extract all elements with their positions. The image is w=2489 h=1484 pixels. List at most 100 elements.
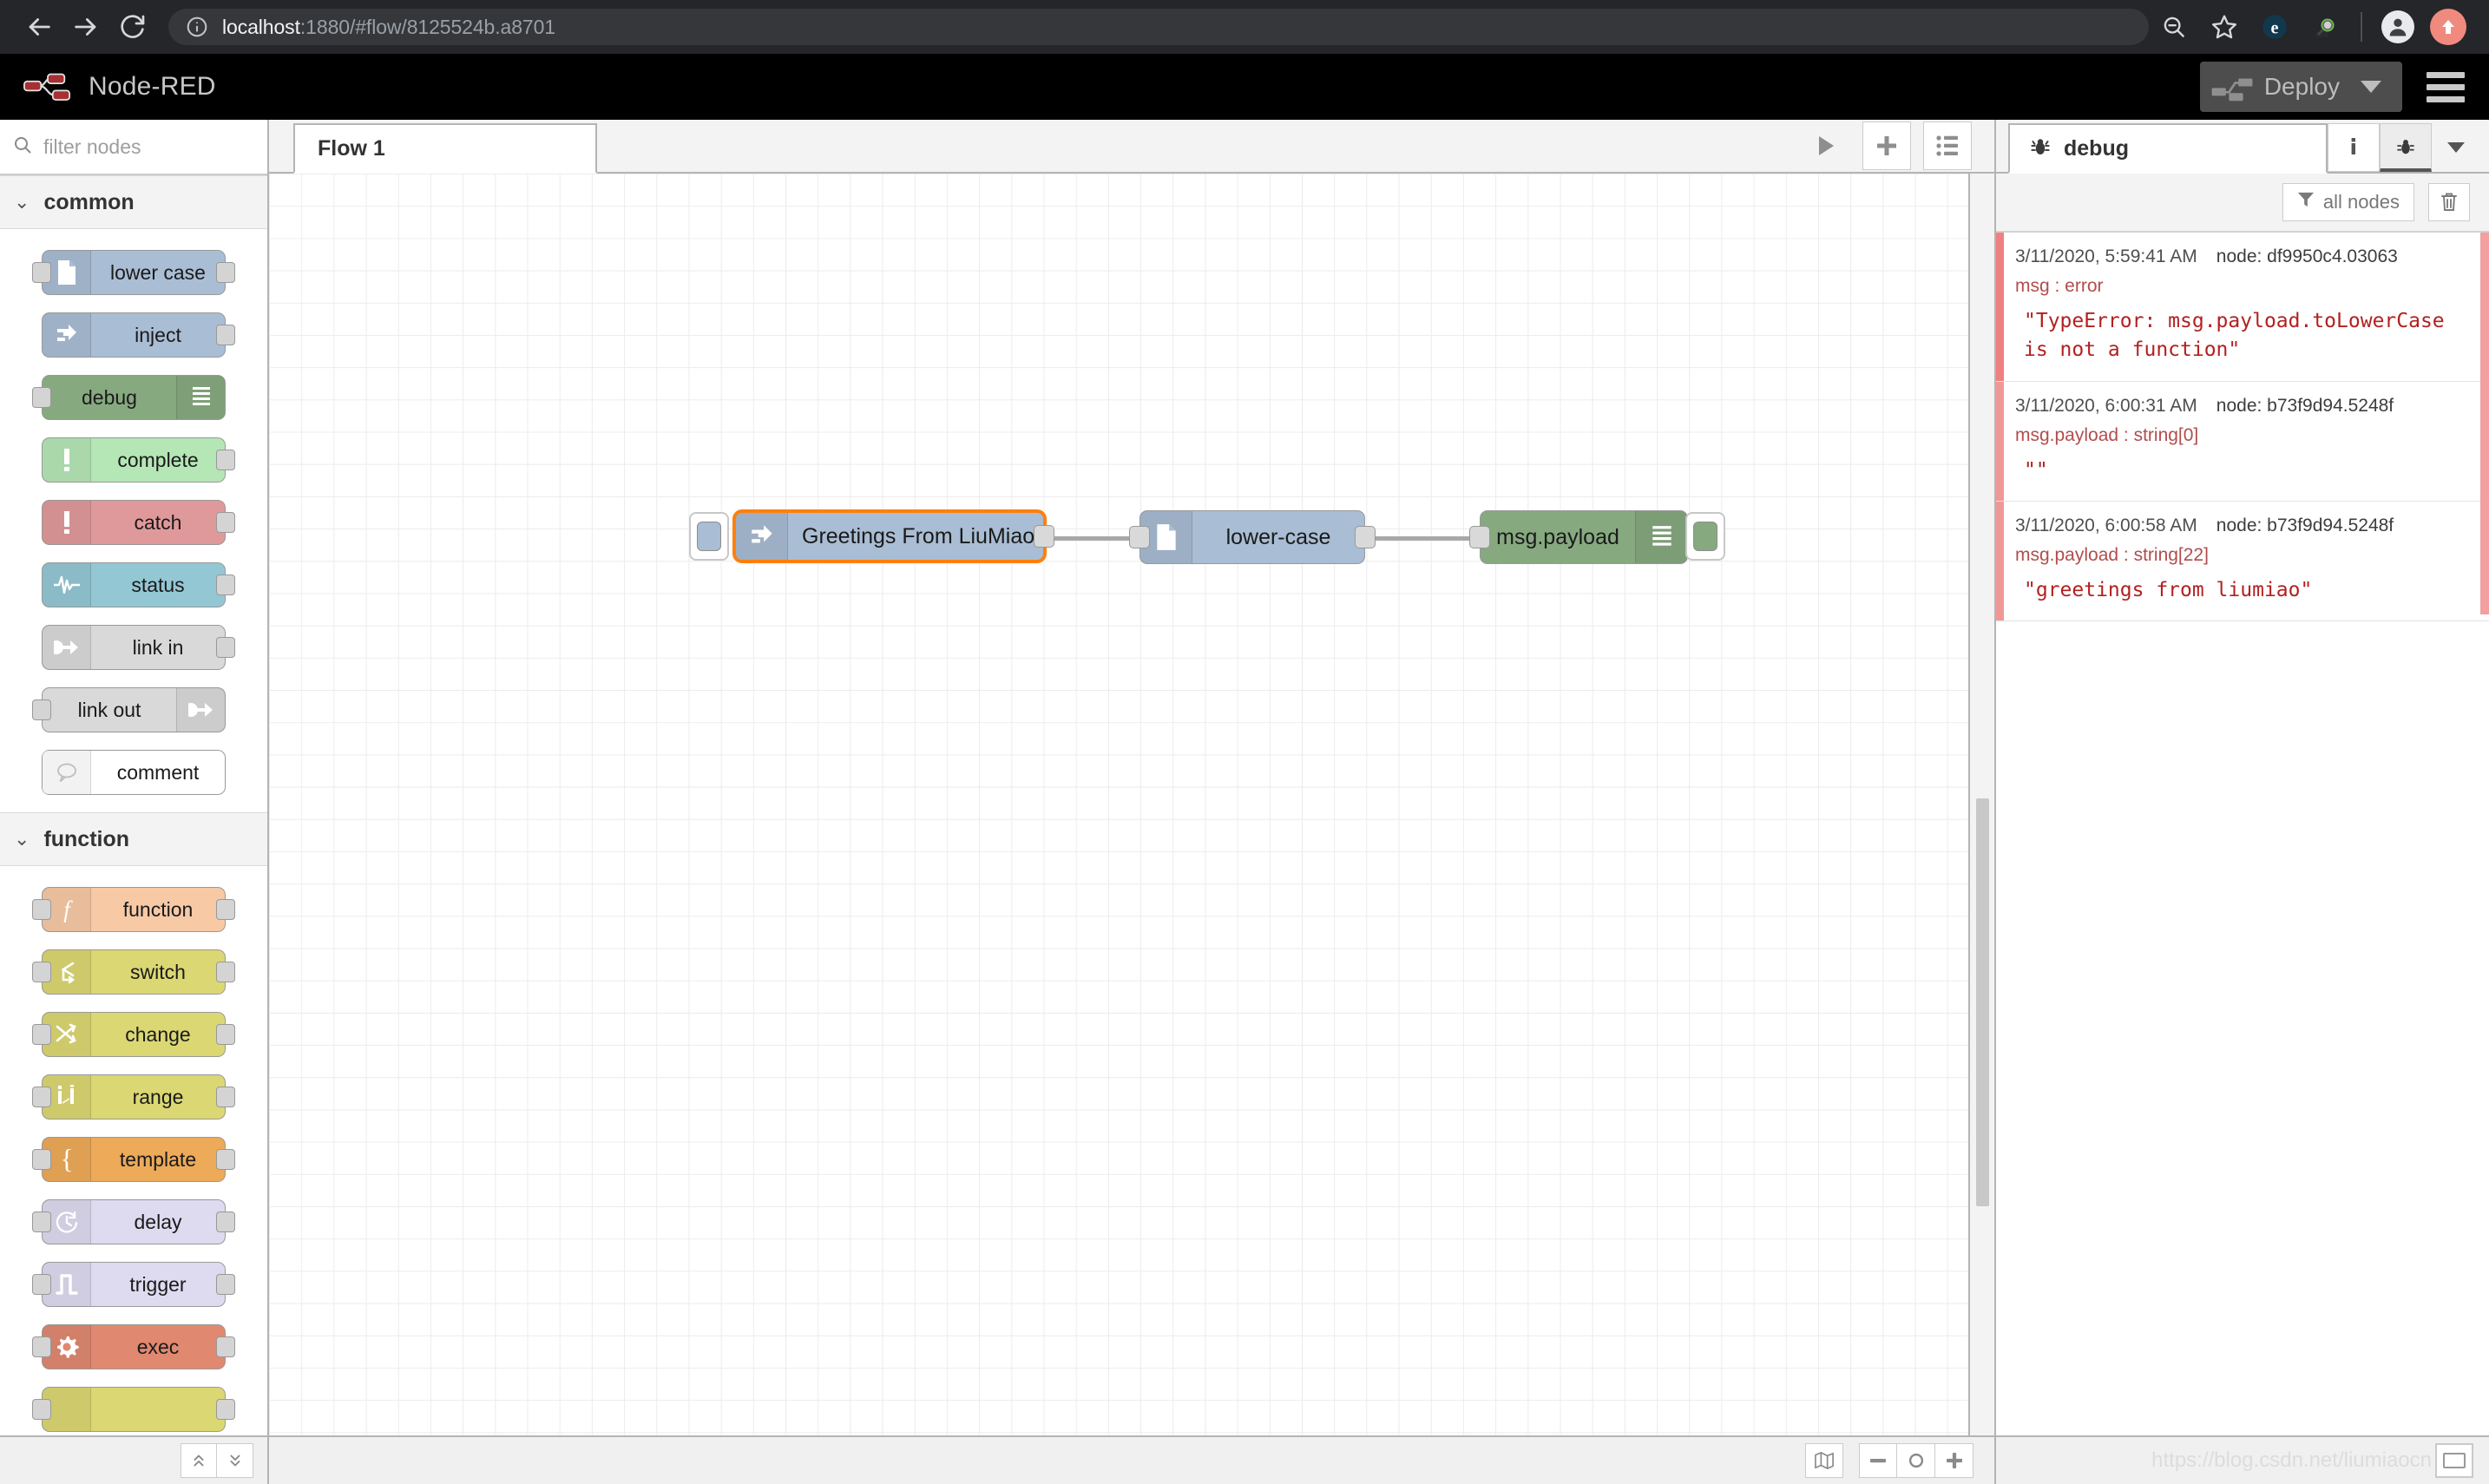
site-info-icon[interactable] [186, 16, 208, 38]
node-input-port[interactable] [32, 1024, 51, 1045]
node-input-port[interactable] [32, 1274, 51, 1295]
palette-scroll-region[interactable]: ⌄ common lower case inject debug complet… [0, 175, 267, 1435]
chevron-down-icon[interactable] [2361, 81, 2381, 93]
node-input-port[interactable] [32, 699, 51, 720]
chevron-down-icon[interactable] [2432, 123, 2480, 172]
update-arrow-icon[interactable] [2423, 3, 2473, 50]
right-sidebar: debug all nodes 3/11/2020, 5:59:41 AM no… [1994, 120, 2489, 1484]
node-input-port[interactable] [1129, 526, 1150, 548]
address-bar[interactable]: localhost:1880/#flow/8125524b.a8701 [168, 9, 2149, 45]
flow-node-inject[interactable]: Greetings From LiuMiao [732, 509, 1054, 563]
node-output-port[interactable] [216, 1274, 235, 1295]
palette-node-function[interactable]: f function [0, 878, 267, 941]
palette-node-delay[interactable]: delay [0, 1191, 267, 1253]
browser-reload-button[interactable] [109, 3, 156, 50]
node-output-port[interactable] [1355, 526, 1376, 548]
extension-e-icon[interactable]: e [2249, 3, 2300, 50]
node-input-port[interactable] [32, 1087, 51, 1107]
node-output-port[interactable] [216, 450, 235, 470]
deploy-button[interactable]: Deploy [2199, 62, 2402, 112]
node-output-port[interactable] [216, 1149, 235, 1170]
node-output-port[interactable] [216, 1399, 235, 1420]
palette-node-catch[interactable]: catch [0, 491, 267, 554]
node-output-port[interactable] [216, 962, 235, 982]
palette-node-range[interactable]: range [0, 1066, 267, 1128]
node-input-port[interactable] [32, 1399, 51, 1420]
zoom-out-icon[interactable] [2149, 3, 2199, 50]
node-output-port[interactable] [216, 1336, 235, 1357]
palette-node-link-in[interactable]: link in [0, 616, 267, 679]
canvas-vertical-scrollbar[interactable] [1968, 174, 1994, 1435]
palette-category-function[interactable]: ⌄ function [0, 812, 267, 866]
browser-back-button[interactable] [16, 3, 62, 50]
node-output-port[interactable] [1034, 525, 1054, 548]
zoom-out-button[interactable] [1859, 1443, 1897, 1478]
flow-canvas[interactable]: Greetings From LiuMiao lower-case msg.pa… [269, 174, 1994, 1435]
debug-message[interactable]: 3/11/2020, 5:59:41 AM node: df9950c4.0306… [1996, 233, 2489, 382]
navigator-map-icon[interactable] [1805, 1443, 1843, 1478]
node-output-port[interactable] [216, 575, 235, 595]
bookmark-star-icon[interactable] [2199, 3, 2249, 50]
clear-debug-button[interactable] [2428, 183, 2470, 221]
node-input-port[interactable] [32, 1336, 51, 1357]
chevrons-down-icon[interactable] [217, 1443, 253, 1478]
node-input-port[interactable] [32, 962, 51, 982]
palette-node-template[interactable]: { template [0, 1128, 267, 1191]
chevrons-up-icon[interactable] [181, 1443, 217, 1478]
sidebar-tab-debug[interactable]: debug [2008, 123, 2328, 174]
palette-node-trigger[interactable]: trigger [0, 1253, 267, 1316]
node-input-port[interactable] [32, 899, 51, 920]
node-input-port[interactable] [32, 1149, 51, 1170]
hamburger-menu-icon[interactable] [2421, 67, 2470, 108]
palette-node-link-out[interactable]: link out [0, 679, 267, 741]
inject-trigger-button[interactable] [689, 512, 729, 561]
palette-node-label: complete [117, 448, 199, 471]
palette-node-comment[interactable]: comment [0, 741, 267, 804]
monitor-icon[interactable] [2435, 1443, 2473, 1478]
palette-node-lower-case[interactable]: lower case [0, 241, 267, 304]
info-i-icon[interactable] [2328, 123, 2380, 172]
palette-node-exec[interactable]: exec [0, 1316, 267, 1378]
palette-category-common[interactable]: ⌄ common [0, 175, 267, 229]
flow-node-lower-case[interactable]: lower-case [1129, 510, 1376, 564]
browser-forward-button[interactable] [62, 3, 109, 50]
node-input-port[interactable] [1469, 526, 1490, 548]
palette-node-complete[interactable]: complete [0, 429, 267, 491]
debug-message-list[interactable]: 3/11/2020, 5:59:41 AM node: df9950c4.0306… [1996, 233, 2489, 1435]
palette-node-inject[interactable]: inject [0, 304, 267, 366]
debug-scroll-indicator[interactable] [2480, 233, 2489, 614]
tab-flow-1[interactable]: Flow 1 [293, 123, 597, 174]
canvas-scrollbar-thumb[interactable] [1976, 798, 1989, 1206]
debug-tab-bug-icon[interactable] [2380, 123, 2432, 172]
node-input-port[interactable] [32, 1211, 51, 1232]
node-red-logo[interactable]: Node-RED [23, 71, 216, 102]
play-icon[interactable] [1802, 121, 1850, 170]
palette-node-partial[interactable] [0, 1378, 267, 1435]
node-output-port[interactable] [216, 899, 235, 920]
node-output-port[interactable] [216, 1024, 235, 1045]
debug-enable-toggle[interactable] [1685, 512, 1725, 561]
node-output-port[interactable] [216, 1087, 235, 1107]
zoom-in-button[interactable] [1935, 1443, 1973, 1478]
extension-magnifier-icon[interactable] [2300, 3, 2350, 50]
profile-avatar-icon[interactable] [2373, 3, 2423, 50]
debug-message[interactable]: 3/11/2020, 6:00:58 AM node: b73f9d94.5248… [1996, 502, 2489, 622]
palette-node-debug[interactable]: debug [0, 366, 267, 429]
palette-node-status[interactable]: status [0, 554, 267, 616]
node-output-port[interactable] [216, 637, 235, 658]
node-output-port[interactable] [216, 512, 235, 533]
debug-message[interactable]: 3/11/2020, 6:00:31 AM node: b73f9d94.5248… [1996, 381, 2489, 502]
palette-node-change[interactable]: change [0, 1003, 267, 1066]
zoom-reset-button[interactable] [1897, 1443, 1935, 1478]
palette-node-switch[interactable]: switch [0, 941, 267, 1003]
node-output-port[interactable] [216, 1211, 235, 1232]
flow-list-button[interactable] [1923, 121, 1972, 170]
node-input-port[interactable] [32, 387, 51, 408]
debug-filter-button[interactable]: all nodes [2282, 183, 2414, 221]
node-output-port[interactable] [216, 262, 235, 283]
flow-node-debug[interactable]: msg.payload [1469, 510, 1688, 564]
node-output-port[interactable] [216, 325, 235, 345]
add-flow-button[interactable] [1862, 121, 1911, 170]
node-input-port[interactable] [32, 262, 51, 283]
palette-search-row[interactable]: filter nodes [0, 120, 267, 175]
